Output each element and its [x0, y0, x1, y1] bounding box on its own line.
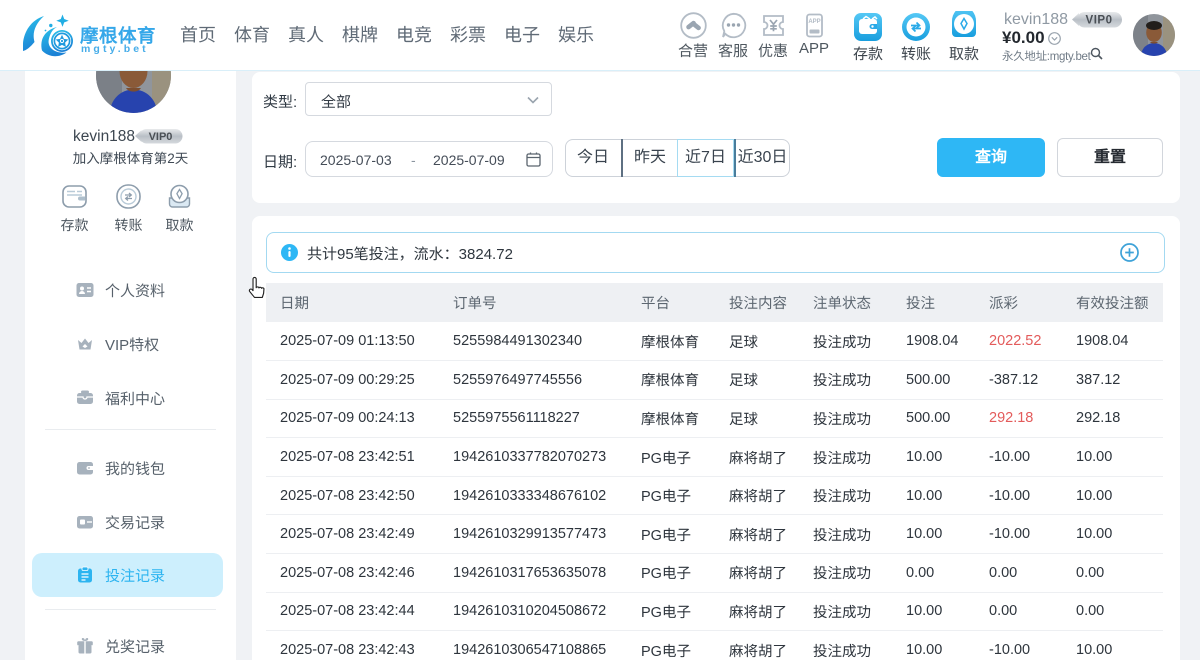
svg-text:VIP0: VIP0	[149, 131, 173, 143]
svg-text:VIP0: VIP0	[1086, 15, 1113, 27]
svg-text:APP: APP	[808, 19, 820, 25]
